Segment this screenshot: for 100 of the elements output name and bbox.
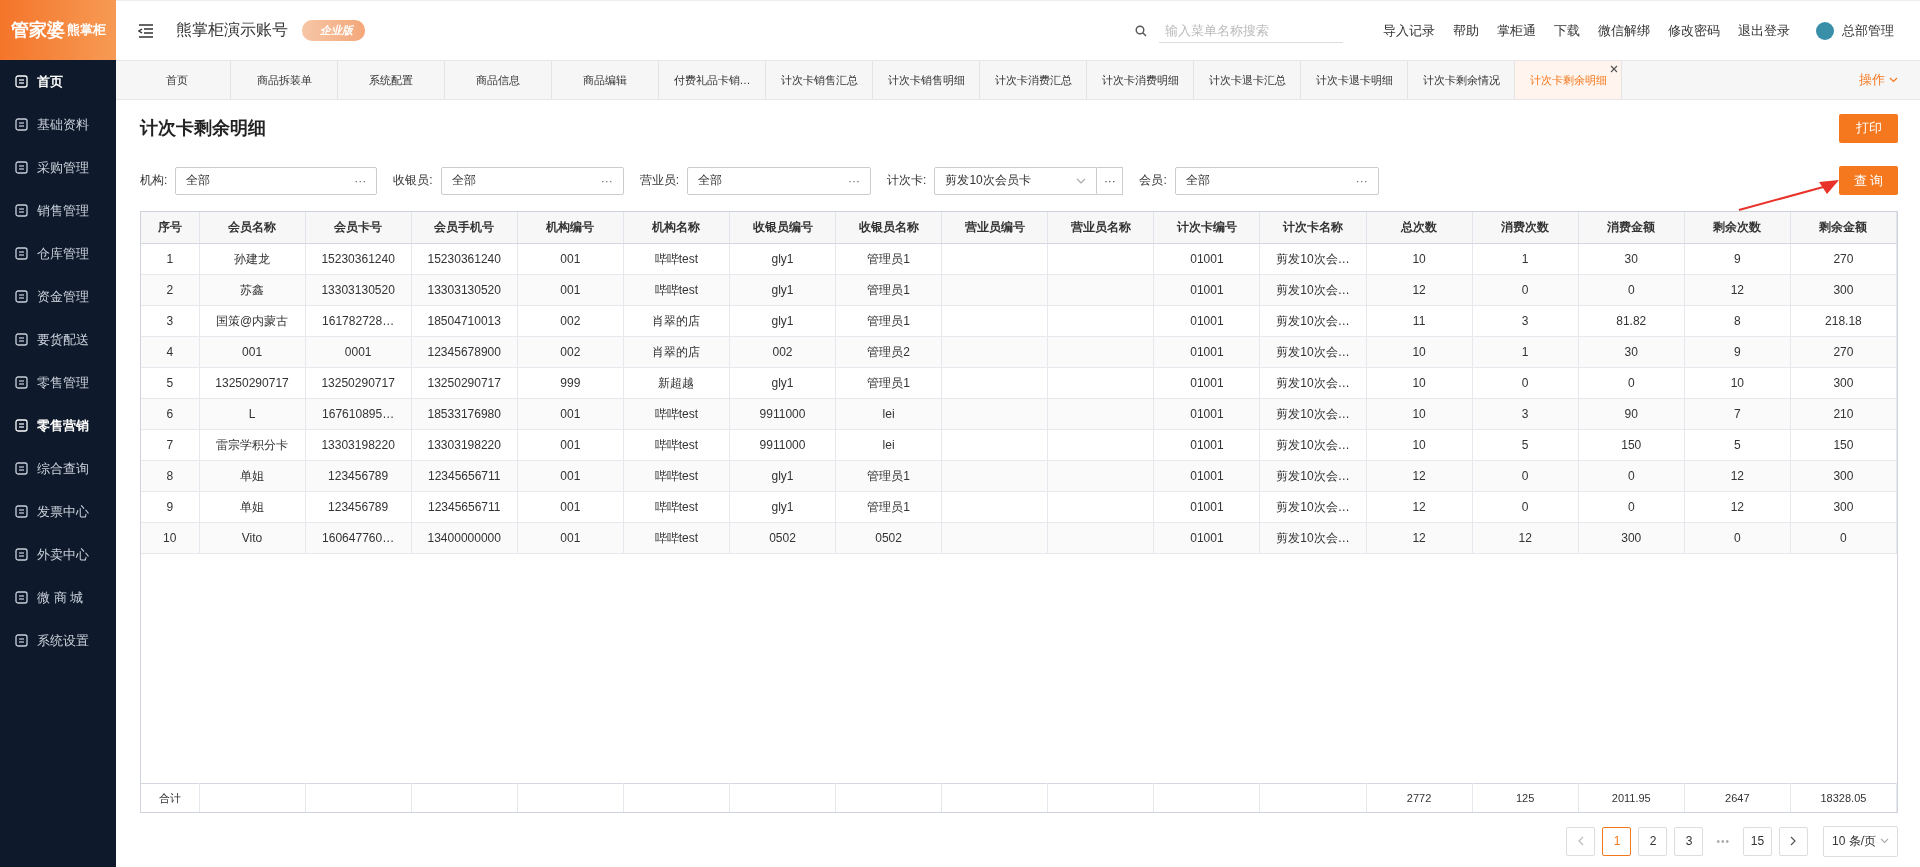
- sidebar-item[interactable]: 要货配送: [0, 318, 116, 361]
- page-tab[interactable]: 商品信息: [445, 61, 552, 99]
- page-tab[interactable]: 商品编辑: [552, 61, 659, 99]
- sidebar-item[interactable]: 微 商 城: [0, 576, 116, 619]
- table-cell: 哔哔test: [654, 499, 699, 514]
- header-link[interactable]: 掌柜通: [1497, 21, 1536, 40]
- sidebar-item[interactable]: 基础资料: [0, 103, 116, 146]
- page-tab[interactable]: 计次卡销售汇总: [766, 61, 873, 99]
- header-link[interactable]: 退出登录: [1738, 21, 1790, 40]
- table-cell: 81.82: [1616, 314, 1647, 328]
- column-header[interactable]: 会员手机号: [411, 212, 518, 244]
- square-outline-icon: [15, 290, 28, 303]
- table-cell: 01001: [1190, 531, 1224, 545]
- table-cell: 001: [560, 283, 581, 297]
- table-cell: 9: [1734, 252, 1741, 266]
- sidebar-item[interactable]: 资金管理: [0, 275, 116, 318]
- table-cell: 1: [1521, 252, 1529, 266]
- column-header[interactable]: 机构名称: [623, 212, 730, 244]
- table-cell: 01001: [1190, 376, 1224, 390]
- page-size-dropdown[interactable]: 10 条/页: [1823, 825, 1898, 857]
- column-header[interactable]: 序号: [141, 212, 199, 244]
- header-link[interactable]: 下载: [1554, 21, 1580, 40]
- table-cell: 218.18: [1825, 314, 1862, 328]
- table-cell: 999: [560, 376, 581, 390]
- page-button[interactable]: 2: [1638, 826, 1668, 856]
- page-button[interactable]: 3: [1674, 826, 1704, 856]
- square-outline-icon: [15, 591, 28, 604]
- table-cell: 12345656711: [427, 500, 501, 514]
- column-header[interactable]: 计次卡名称: [1259, 212, 1367, 244]
- sidebar-item[interactable]: 系统设置: [0, 619, 116, 662]
- sidebar-item[interactable]: 综合查询: [0, 447, 116, 490]
- sidebar-item[interactable]: 发票中心: [0, 490, 116, 533]
- page-button[interactable]: 15: [1743, 826, 1772, 856]
- table-cell: 单姐: [240, 468, 265, 483]
- filter-field[interactable]: 全部 ···: [175, 166, 378, 195]
- table-cell: L: [248, 407, 256, 421]
- page-tab[interactable]: 计次卡销售明细: [873, 61, 980, 99]
- square-outline-icon: [15, 634, 28, 647]
- page-tab[interactable]: 系统配置: [338, 61, 445, 99]
- column-header[interactable]: 机构编号: [517, 212, 624, 244]
- sidebar-item[interactable]: 仓库管理: [0, 232, 116, 275]
- page-tab[interactable]: 计次卡退卡汇总: [1194, 61, 1301, 99]
- page-tab[interactable]: 付费礼品卡销…: [659, 61, 766, 99]
- table-cell: 123456789: [328, 500, 389, 514]
- header-link[interactable]: 微信解绑: [1598, 21, 1650, 40]
- column-header[interactable]: 会员卡号: [305, 212, 412, 244]
- sidebar-item[interactable]: 零售管理: [0, 361, 116, 404]
- column-header[interactable]: 剩余金额: [1790, 212, 1897, 244]
- table-cell: 管理员1: [867, 282, 910, 297]
- table-cell: 167610895…: [322, 407, 395, 421]
- filter-dropdown[interactable]: 剪发10次会员卡: [934, 166, 1098, 195]
- chevron-left-icon: [1577, 836, 1584, 846]
- column-header[interactable]: 消费金额: [1578, 212, 1685, 244]
- close-icon[interactable]: [1610, 65, 1618, 73]
- table-cell: 15230361240: [321, 252, 395, 266]
- column-header[interactable]: 营业员名称: [1047, 212, 1154, 244]
- column-header[interactable]: 计次卡编号: [1153, 212, 1260, 244]
- sidebar-item[interactable]: 零售营销: [0, 404, 116, 447]
- column-header[interactable]: 收银员编号: [729, 212, 836, 244]
- menu-icon[interactable]: [138, 23, 154, 38]
- table-cell: 01001: [1190, 283, 1224, 297]
- header-link[interactable]: 导入记录: [1383, 21, 1435, 40]
- table-cell: 0502: [769, 531, 796, 545]
- table-cell: 161782728…: [322, 314, 395, 328]
- more-button[interactable]: ···: [1097, 166, 1124, 195]
- table-cell: 12: [1730, 500, 1745, 514]
- sidebar-item[interactable]: 销售管理: [0, 189, 116, 232]
- square-outline-icon: [15, 419, 28, 432]
- page-tab[interactable]: 商品拆装单: [231, 61, 338, 99]
- page-tab[interactable]: 计次卡消费汇总: [980, 61, 1087, 99]
- table-cell: 0001: [344, 345, 372, 359]
- table-cell: 剪发10次会…: [1276, 251, 1350, 266]
- sidebar-item[interactable]: 采购管理: [0, 146, 116, 189]
- filter-label: 收银员:: [393, 172, 433, 189]
- header-link[interactable]: 帮助: [1453, 21, 1479, 40]
- column-header[interactable]: 消费次数: [1472, 212, 1579, 244]
- column-header[interactable]: 营业员编号: [941, 212, 1048, 244]
- total-cell: 2647: [1725, 792, 1750, 804]
- filter-field[interactable]: 全部 ···: [1174, 166, 1379, 195]
- table-cell: 国策@内蒙古: [215, 313, 289, 328]
- header-link[interactable]: 修改密码: [1668, 21, 1720, 40]
- sidebar-item[interactable]: 首页: [0, 60, 116, 103]
- page-tab[interactable]: 首页: [124, 61, 231, 99]
- square-outline-icon: [15, 548, 28, 561]
- table-cell: 5: [1734, 438, 1741, 452]
- table-cell: 0: [1627, 500, 1635, 514]
- column-header[interactable]: 剩余次数: [1684, 212, 1791, 244]
- filter-field[interactable]: 全部 ···: [440, 166, 624, 195]
- column-header[interactable]: 会员名称: [199, 212, 306, 244]
- column-header[interactable]: 总次数: [1366, 212, 1473, 244]
- table-cell: 剪发10次会…: [1276, 375, 1350, 390]
- page-tab[interactable]: 计次卡退卡明细: [1301, 61, 1408, 99]
- user-name[interactable]: 总部管理: [1842, 21, 1894, 40]
- table-cell: 0: [1521, 469, 1529, 483]
- total-cell: 2011.95: [1611, 792, 1651, 804]
- page-tab[interactable]: 计次卡消费明细: [1087, 61, 1194, 99]
- column-header[interactable]: 收银员名称: [835, 212, 942, 244]
- table-cell: 3: [166, 314, 174, 328]
- filter-field[interactable]: 全部 ···: [687, 166, 872, 195]
- sidebar-item[interactable]: 外卖中心: [0, 533, 116, 576]
